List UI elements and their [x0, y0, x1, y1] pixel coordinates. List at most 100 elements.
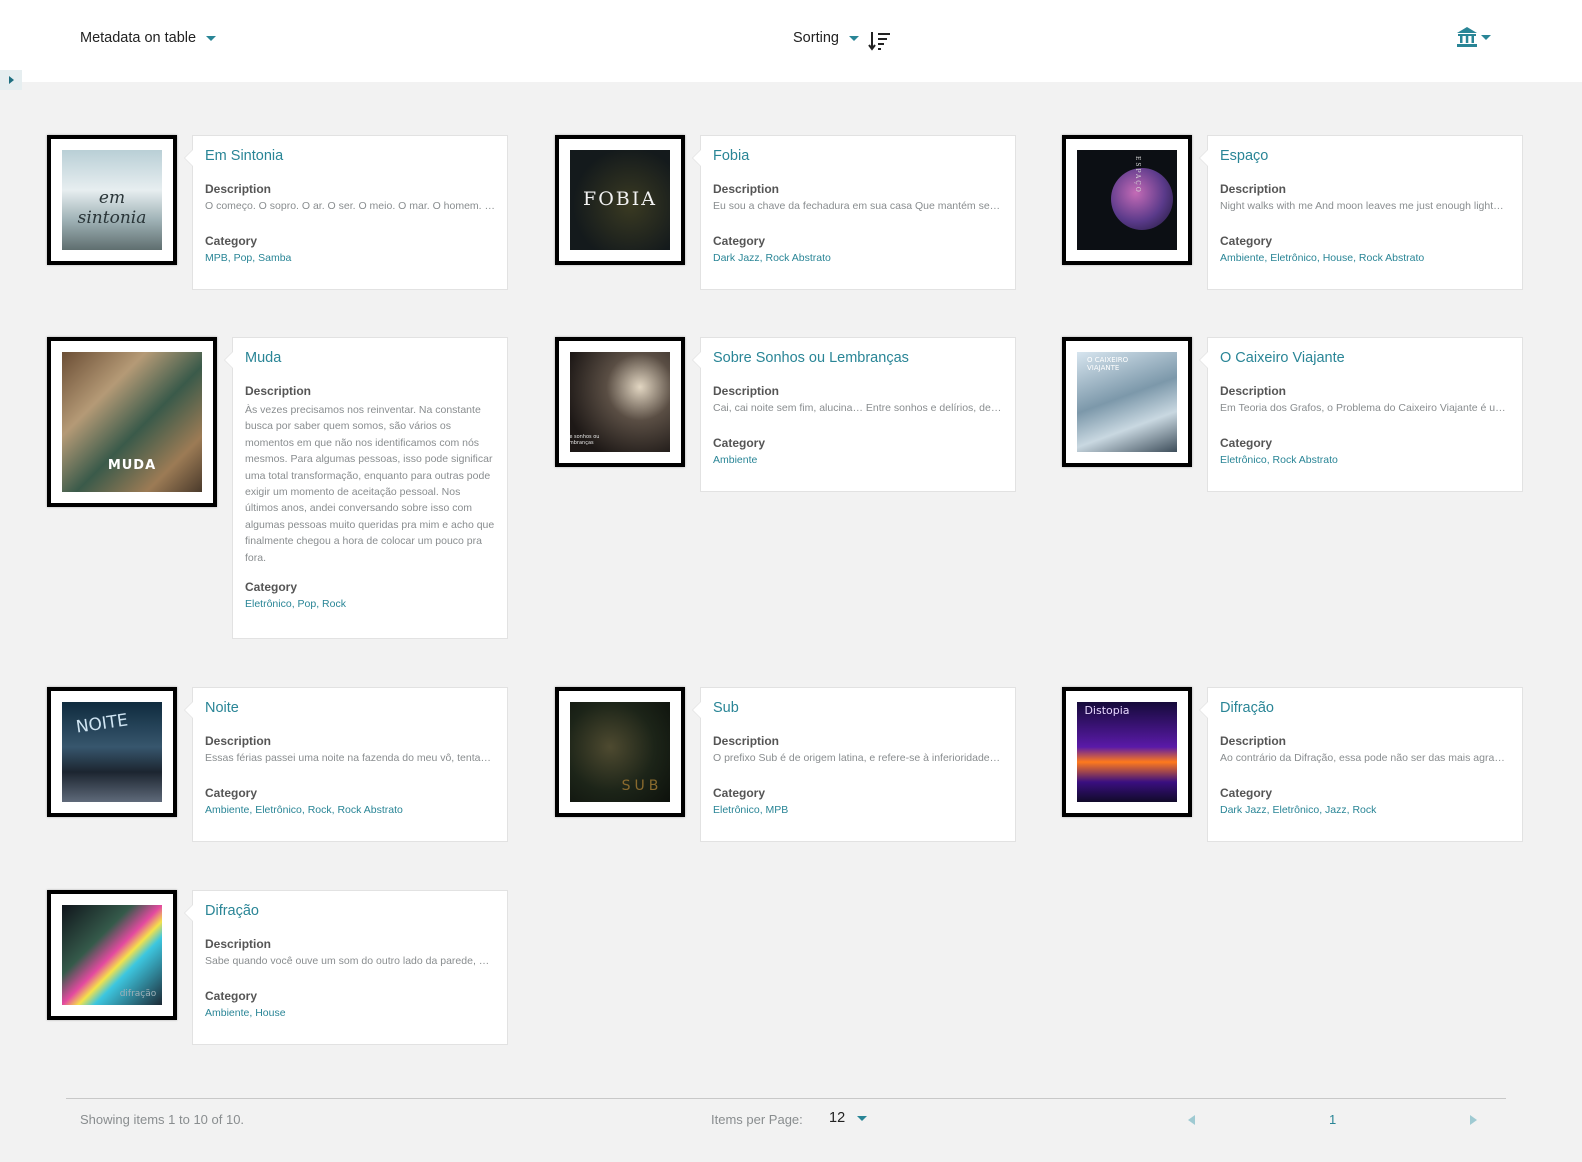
cover-text: FOBIA	[583, 188, 657, 210]
item-category[interactable]: Dark Jazz, Rock Abstrato	[713, 252, 1003, 264]
item-thumbnail[interactable]: MUDA	[47, 337, 217, 507]
description-label: Description	[205, 937, 272, 951]
item-card: Difração Description Ao contrário da Dif…	[1207, 687, 1523, 842]
item-title[interactable]: Sub	[713, 700, 1003, 716]
category-label: Category	[205, 988, 258, 1003]
sorting-dropdown[interactable]: Sorting	[793, 30, 859, 46]
showing-items-text: Showing items 1 to 10 of 10.	[80, 1112, 245, 1127]
item-thumbnail[interactable]: NOITE	[47, 687, 177, 817]
item-category[interactable]: Eletrônico, Pop, Rock	[245, 598, 495, 610]
item-description: O começo. O sopro. O ar. O ser. O meio. …	[205, 200, 495, 212]
item-description: Essas férias passei uma noite na fazenda…	[205, 752, 491, 764]
item-thumbnail[interactable]: em sintonia	[47, 135, 177, 265]
item-category[interactable]: Dark Jazz, Eletrônico, Jazz, Rock	[1220, 804, 1510, 816]
item-category[interactable]: Ambiente	[713, 454, 1003, 466]
cover-text: SUB	[621, 778, 663, 794]
item-title[interactable]: Muda	[245, 350, 495, 366]
album-cover-image: em sintonia	[62, 150, 162, 250]
item-thumbnail[interactable]: FOBIA	[555, 135, 685, 265]
top-toolbar: Metadata on table Sorting	[0, 0, 1582, 82]
item-title[interactable]: O Caixeiro Viajante	[1220, 350, 1510, 366]
chevron-down-icon	[848, 35, 859, 41]
page-next-icon[interactable]	[1470, 1115, 1477, 1125]
category-label: Category	[713, 233, 766, 248]
institution-icon	[1457, 27, 1477, 47]
item-title[interactable]: Fobia	[713, 148, 1003, 164]
chevron-down-icon	[206, 35, 217, 41]
chevron-down-icon	[1481, 34, 1491, 40]
item-description: Às vezes precisamos nos reinventar. Na c…	[245, 404, 495, 564]
item-thumbnail[interactable]: ESPAÇO	[1062, 135, 1192, 265]
cover-text: sobre sonhos ou lembranças	[570, 434, 600, 446]
item-thumbnail[interactable]: sobre sonhos ou lembranças	[555, 337, 685, 467]
item-thumbnail[interactable]: SUB	[555, 687, 685, 817]
album-cover-image: O CAIXEIRO VIAJANTE	[1077, 352, 1177, 452]
item-card: Muda Description Às vezes precisamos nos…	[232, 337, 508, 639]
description-label: Description	[713, 384, 780, 398]
album-cover-image: FOBIA	[570, 150, 670, 250]
item-title[interactable]: Difração	[1220, 700, 1510, 716]
item-title[interactable]: Difração	[205, 903, 495, 919]
category-label: Category	[713, 435, 766, 450]
item-description: Night walks with me And moon leaves me j…	[1220, 200, 1504, 212]
item-description: Em Teoria dos Grafos, o Problema do Caix…	[1220, 402, 1506, 414]
chevron-down-icon	[857, 1115, 868, 1121]
cover-text: Distopia	[1084, 704, 1130, 717]
item-title[interactable]: Em Sintonia	[205, 148, 495, 164]
item-thumbnail[interactable]: difração	[47, 890, 177, 1020]
item-category[interactable]: MPB, Pop, Samba	[205, 252, 495, 264]
item-category[interactable]: Eletrônico, Rock Abstrato	[1220, 454, 1510, 466]
items-per-page-value: 12	[829, 1110, 846, 1126]
album-cover-image: MUDA	[62, 352, 202, 492]
category-label: Category	[205, 785, 258, 800]
item-description: Cai, cai noite sem fim, alucina… Entre s…	[713, 402, 1003, 414]
category-label: Category	[1220, 785, 1273, 800]
item-card: Sobre Sonhos ou Lembranças Description C…	[700, 337, 1016, 492]
item-card: Espaço Description Night walks with me A…	[1207, 135, 1523, 290]
album-cover-image: NOITE	[62, 702, 162, 802]
item-title[interactable]: Espaço	[1220, 148, 1510, 164]
collection-view-dropdown[interactable]	[1456, 26, 1491, 48]
cover-text: difração	[119, 989, 157, 999]
album-cover-image: Distopia	[1077, 702, 1177, 802]
item-description: Ao contrário da Difração, essa pode não …	[1220, 752, 1505, 764]
cover-text: MUDA	[107, 458, 157, 473]
item-category[interactable]: Eletrônico, MPB	[713, 804, 1003, 816]
items-per-page-label: Items per Page:	[711, 1112, 803, 1127]
item-card: Fobia Description Eu sou a chave da fech…	[700, 135, 1016, 290]
item-title[interactable]: Sobre Sonhos ou Lembranças	[713, 350, 1003, 366]
item-description: Eu sou a chave da fechadura em sua casa …	[713, 200, 1001, 212]
item-thumbnail[interactable]: O CAIXEIRO VIAJANTE	[1062, 337, 1192, 467]
category-label: Category	[205, 233, 258, 248]
description-label: Description	[1220, 182, 1287, 196]
sidebar-expand-icon[interactable]	[0, 70, 22, 90]
item-category[interactable]: Ambiente, Eletrônico, House, Rock Abstra…	[1220, 252, 1510, 264]
description-label: Description	[713, 734, 780, 748]
album-cover-image: ESPAÇO	[1077, 150, 1177, 250]
item-description: O prefixo Sub é de origem latina, e refe…	[713, 752, 1003, 764]
page-number-current[interactable]: 1	[1329, 1112, 1336, 1127]
category-label: Category	[713, 785, 766, 800]
cover-text: O CAIXEIRO VIAJANTE	[1087, 356, 1129, 372]
album-cover-image: sobre sonhos ou lembranças	[570, 352, 670, 452]
category-label: Category	[1220, 435, 1273, 450]
sort-order-icon[interactable]	[868, 30, 892, 52]
description-label: Description	[1220, 734, 1287, 748]
description-label: Description	[245, 384, 312, 398]
page-prev-icon[interactable]	[1188, 1115, 1195, 1125]
metadata-dropdown[interactable]: Metadata on table	[80, 30, 217, 46]
item-title[interactable]: Noite	[205, 700, 495, 716]
category-label: Category	[1220, 233, 1273, 248]
sorting-label: Sorting	[793, 30, 839, 46]
item-card: Em Sintonia Description O começo. O sopr…	[192, 135, 508, 290]
item-card: O Caixeiro Viajante Description Em Teori…	[1207, 337, 1523, 492]
item-thumbnail[interactable]: Distopia	[1062, 687, 1192, 817]
item-card: Sub Description O prefixo Sub é de orige…	[700, 687, 1016, 842]
item-category[interactable]: Ambiente, House	[205, 1007, 495, 1019]
description-label: Description	[205, 734, 272, 748]
item-card: Noite Description Essas férias passei um…	[192, 687, 508, 842]
metadata-label: Metadata on table	[80, 30, 197, 46]
item-category[interactable]: Ambiente, Eletrônico, Rock, Rock Abstrat…	[205, 804, 495, 816]
description-label: Description	[713, 182, 780, 196]
items-per-page-select[interactable]: 12	[829, 1110, 868, 1126]
